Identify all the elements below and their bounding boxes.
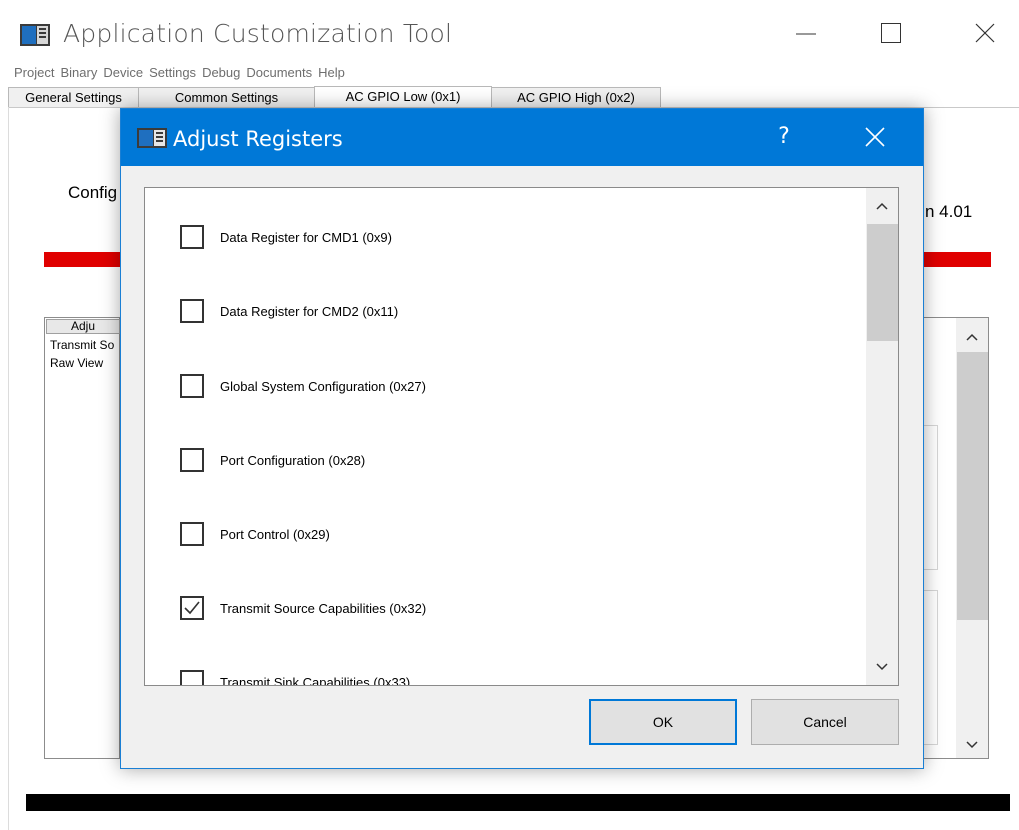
dialog-title: Adjust Registers [173, 127, 343, 151]
scroll-up-icon[interactable] [956, 322, 988, 352]
minimize-icon[interactable] [783, 10, 829, 56]
bottom-bar [26, 794, 1010, 811]
ok-button[interactable]: OK [589, 699, 737, 745]
dialog-close-icon[interactable] [853, 117, 897, 157]
register-label: Data Register for CMD2 (0x11) [220, 303, 399, 319]
register-label: Global System Configuration (0x27) [220, 378, 426, 394]
menu-binary[interactable]: Binary [58, 65, 101, 80]
register-label: Port Configuration (0x28) [220, 452, 366, 468]
tab-strip: General Settings Common Settings AC GPIO… [8, 86, 661, 108]
menu-project[interactable]: Project [12, 65, 58, 80]
version-text: n 4.01 [925, 202, 973, 221]
register-item[interactable]: Data Register for CMD2 (0x11) [180, 295, 398, 327]
checkbox[interactable] [180, 299, 204, 323]
menu-settings[interactable]: Settings [147, 65, 200, 80]
list-header: Adju [46, 319, 120, 334]
checkbox[interactable] [180, 448, 204, 472]
register-item[interactable]: Transmit Sink Capabilities (0x33) [180, 666, 411, 686]
detail-scrollbar-thumb[interactable] [957, 352, 988, 620]
app-window-icon [20, 24, 50, 46]
scroll-down-icon[interactable] [956, 730, 988, 760]
checkbox[interactable] [180, 225, 204, 249]
register-item[interactable]: Global System Configuration (0x27) [180, 370, 426, 402]
register-item[interactable]: Port Control (0x29) [180, 518, 330, 550]
menu-bar: Project Binary Device Settings Debug Doc… [12, 65, 349, 80]
maximize-icon[interactable] [868, 10, 914, 56]
menu-help[interactable]: Help [316, 65, 349, 80]
list-item-raw-view[interactable]: Raw View [50, 356, 103, 370]
tab-common-settings[interactable]: Common Settings [138, 87, 315, 107]
cancel-button[interactable]: Cancel [751, 699, 899, 745]
register-label: Transmit Sink Capabilities (0x33) [220, 674, 411, 686]
list-item-transmit[interactable]: Transmit So [50, 338, 114, 352]
red-divider-left [44, 252, 124, 267]
dialog-titlebar[interactable]: Adjust Registers ? [121, 109, 923, 166]
window-title: Application Customization Tool [63, 19, 453, 48]
register-label: Transmit Source Capabilities (0x32) [220, 600, 427, 616]
register-item[interactable]: Data Register for CMD1 (0x9) [180, 221, 392, 253]
close-icon[interactable] [962, 10, 1008, 56]
checkmark-icon [184, 601, 200, 615]
menu-device[interactable]: Device [101, 65, 147, 80]
tab-ac-gpio-high[interactable]: AC GPIO High (0x2) [491, 87, 661, 107]
tab-ac-gpio-low[interactable]: AC GPIO Low (0x1) [314, 86, 492, 108]
tab-general-settings[interactable]: General Settings [8, 87, 139, 107]
register-list-box[interactable] [44, 317, 120, 759]
checkbox[interactable] [180, 670, 204, 685]
register-label: Data Register for CMD1 (0x9) [220, 229, 392, 245]
tab-panel-left-border [8, 107, 9, 830]
scroll-down-icon[interactable] [866, 652, 898, 682]
register-checklist[interactable]: Data Register for CMD1 (0x9) Data Regist… [144, 187, 899, 686]
menu-documents[interactable]: Documents [244, 65, 316, 80]
checkbox-checked[interactable] [180, 596, 204, 620]
checkbox[interactable] [180, 374, 204, 398]
menu-debug[interactable]: Debug [200, 65, 244, 80]
register-item[interactable]: Port Configuration (0x28) [180, 444, 365, 476]
red-divider-right [920, 252, 991, 267]
register-label: Port Control (0x29) [220, 526, 330, 542]
checkbox[interactable] [180, 522, 204, 546]
app-window-icon [137, 128, 167, 148]
scroll-up-icon[interactable] [866, 191, 898, 221]
register-item[interactable]: Transmit Source Capabilities (0x32) [180, 592, 426, 624]
checklist-scrollbar-thumb[interactable] [867, 224, 898, 341]
adjust-registers-dialog: Adjust Registers ? Data Register for CMD… [120, 108, 924, 769]
config-heading: Config [68, 183, 118, 202]
help-button[interactable]: ? [769, 119, 799, 155]
